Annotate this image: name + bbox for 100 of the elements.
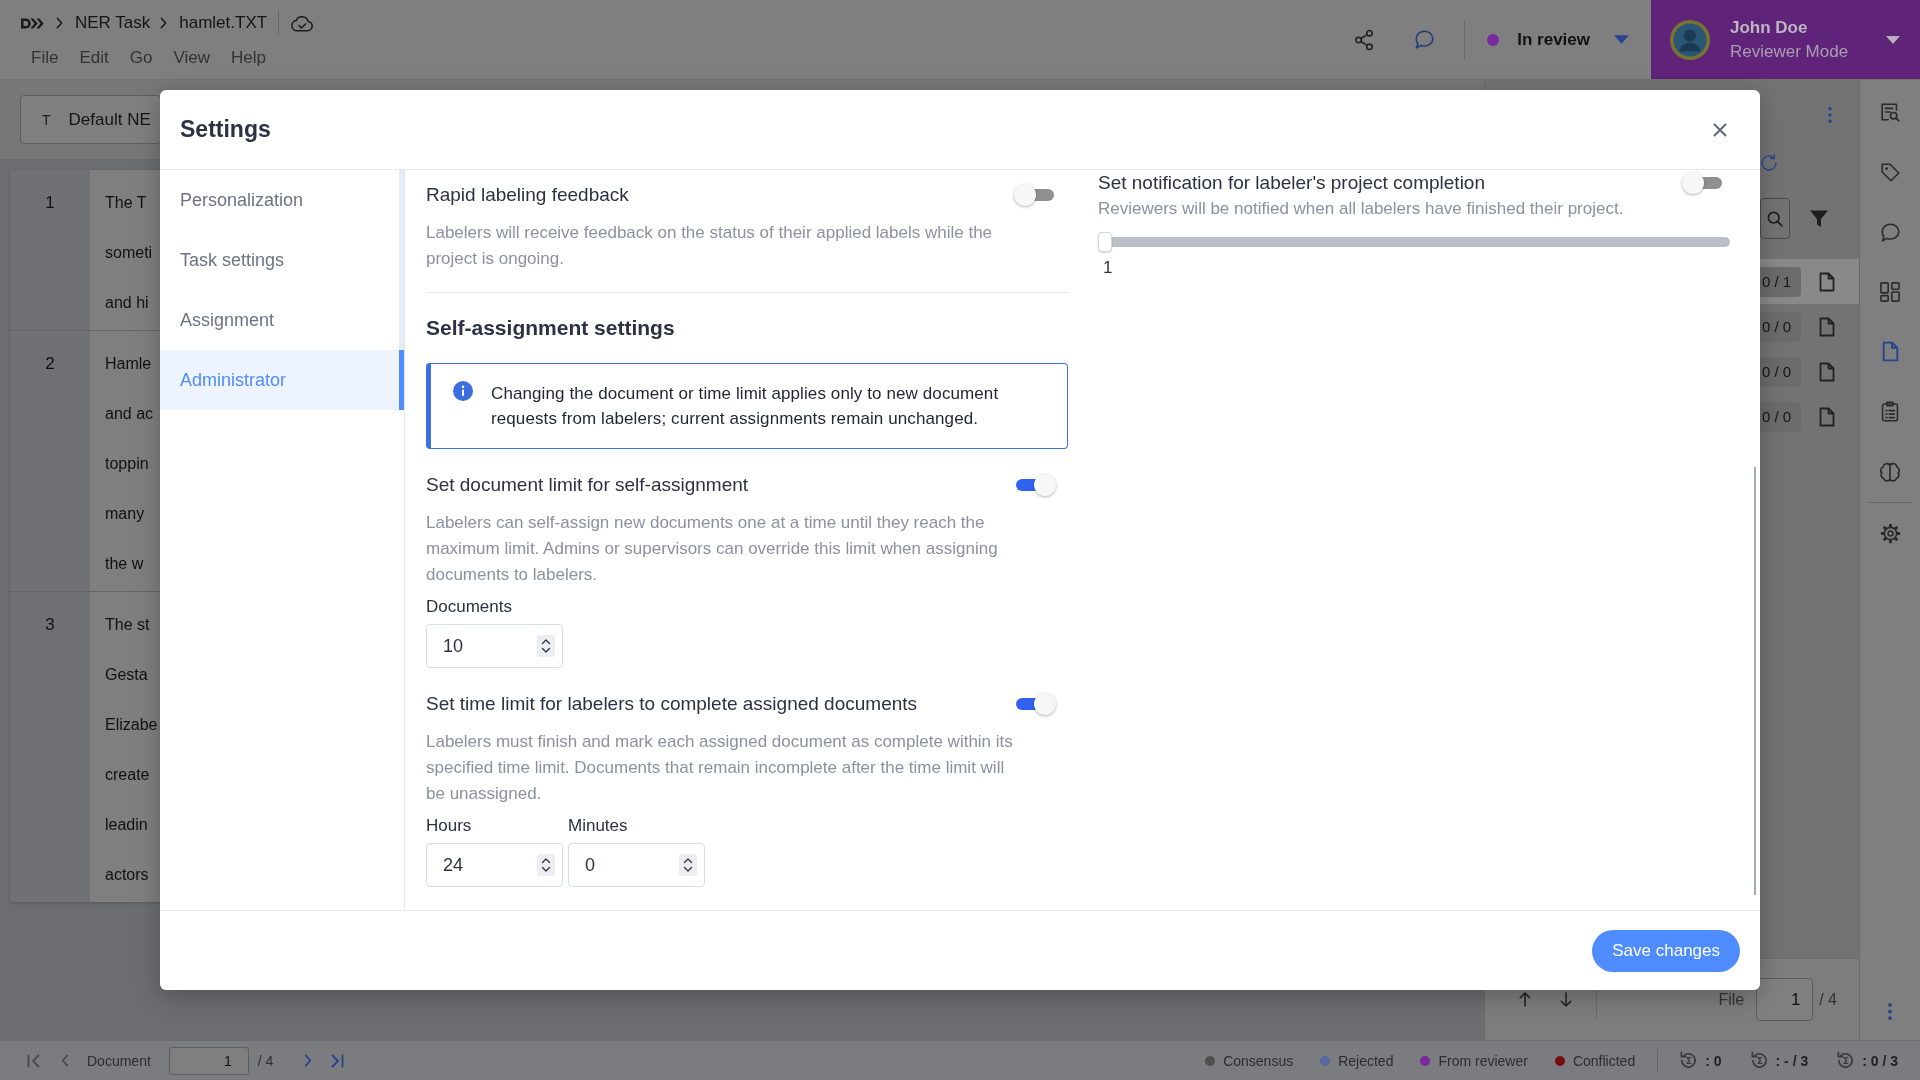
field-label: Documents	[426, 596, 513, 618]
scrollbar-thumb[interactable]	[1754, 467, 1756, 895]
file-icon	[1819, 406, 1836, 427]
type-glyph: T	[42, 111, 51, 128]
filter-icon[interactable]	[1809, 208, 1829, 229]
logo-icon	[21, 17, 44, 29]
settings-nav-item[interactable]: Personalization	[160, 170, 404, 230]
slider-thumb[interactable]	[1098, 232, 1112, 252]
file-row[interactable]: 0 / 0	[1760, 394, 1859, 439]
label-count: 0 / 0	[1760, 356, 1802, 387]
stepper-arrows-icon[interactable]	[537, 635, 555, 657]
file-total: / 4	[1819, 990, 1837, 1009]
file-row[interactable]: 0 / 1	[1760, 259, 1859, 304]
slider-track[interactable]	[1098, 232, 1730, 252]
menu-item[interactable]: View	[173, 47, 210, 69]
notice-text: Changing the document or time limit applies only to new document requests from labelers; current assignments remain unchanged.	[491, 383, 1000, 430]
setting-title: Set document limit for self-assignment	[426, 473, 749, 497]
toggle-switch[interactable]	[1014, 693, 1056, 715]
label-set-dropdown[interactable]: T Default NE	[20, 95, 161, 144]
number-input[interactable]: 24	[426, 843, 563, 887]
label-count: 0 / 1	[1760, 266, 1802, 297]
share-icon[interactable]	[1354, 28, 1375, 51]
paragraph-text: The T someti and hi	[104, 193, 154, 313]
label-count: 0 / 0	[1760, 401, 1802, 432]
caret-down-icon[interactable]	[1614, 35, 1629, 44]
tag-icon[interactable]	[1879, 162, 1901, 183]
chevron-right-icon[interactable]	[304, 1054, 313, 1067]
avatar-icon	[1670, 19, 1710, 60]
page-total: / 4	[257, 1052, 274, 1069]
number-input[interactable]: 10	[426, 624, 563, 668]
document-label: Document	[87, 1052, 151, 1069]
arrow-down-icon[interactable]	[1560, 991, 1572, 1008]
status-dot-icon	[1487, 33, 1500, 46]
line-number: 3	[10, 592, 90, 902]
toggle-switch[interactable]	[1014, 184, 1056, 206]
breadcrumb-item[interactable]: NER Task	[75, 13, 151, 33]
field-label: Hours	[426, 815, 473, 837]
save-button[interactable]: Save changes	[1592, 929, 1740, 972]
circular-arrow-icon	[1679, 1051, 1699, 1070]
setting-title: Set time limit for labelers to complete assigned documents	[426, 692, 918, 716]
comment-icon[interactable]	[1414, 29, 1436, 50]
settings-nav-item[interactable]: Administrator	[160, 350, 404, 410]
user-panel[interactable]: John Doe Reviewer Mode	[1651, 0, 1920, 79]
arrow-up-icon[interactable]	[1519, 991, 1531, 1008]
last-page-icon[interactable]	[330, 1053, 345, 1068]
number-input[interactable]: 0	[568, 843, 705, 887]
page-input[interactable]: 1	[168, 1046, 249, 1075]
label-set-value: Default NE	[68, 109, 151, 130]
slider-value: 1	[1103, 257, 1113, 279]
user-mode: Reviewer Mode	[1730, 40, 1849, 63]
comment-icon[interactable]	[1879, 222, 1901, 243]
menu-item[interactable]: Go	[129, 47, 153, 69]
document-search-icon[interactable]	[1879, 101, 1901, 123]
info-icon	[453, 381, 473, 401]
setting-description: Reviewers will be notified when all labelers have finished their project.	[1098, 198, 1625, 220]
menu-item[interactable]: File	[31, 47, 59, 69]
section-heading: Self-assignment settings	[426, 315, 676, 341]
breadcrumb-item[interactable]: hamlet.TXT	[179, 13, 268, 33]
file-row[interactable]: 0 / 0	[1760, 304, 1859, 349]
stepper-arrows-icon[interactable]	[537, 854, 555, 876]
refresh-icon[interactable]	[1760, 154, 1778, 172]
label-count: 0 / 0	[1760, 311, 1802, 342]
menu-item[interactable]: Edit	[79, 47, 109, 69]
legend-label: From reviewer	[1438, 1052, 1528, 1069]
brain-icon[interactable]	[1879, 461, 1901, 483]
setting-description: Labelers can self-assign new documents one at a time until they reach the maximum limit. Admins or supervisors can override this limit when assigning documents to labelers.	[426, 512, 999, 586]
stat-count: : - / 3	[1775, 1052, 1809, 1069]
setting-description: Labelers must finish and mark each assigned document as complete within its specified time limit. Documents that remain incomplete after the time limit will be unassigned.	[426, 731, 1014, 805]
chevron-right-icon	[56, 17, 63, 29]
close-icon[interactable]	[1713, 122, 1727, 137]
setting-description: Labelers will receive feedback on the status of their applied labels while the project is ongoing.	[426, 222, 994, 270]
first-page-icon[interactable]	[27, 1053, 41, 1068]
toggle-switch[interactable]	[1014, 474, 1056, 496]
file-label: File	[1718, 990, 1745, 1009]
menu-item[interactable]: Help	[230, 47, 266, 69]
stepper-arrows-icon[interactable]	[679, 854, 697, 876]
clipboard-list-icon[interactable]	[1881, 401, 1899, 422]
settings-nav-item[interactable]: Task settings	[160, 230, 404, 290]
file-icon	[1819, 361, 1836, 382]
paragraph-text: The st Gesta Elizabe create leadin actors	[104, 615, 159, 885]
caret-down-icon[interactable]	[1886, 35, 1900, 44]
kebab-menu-icon[interactable]	[1888, 1003, 1892, 1020]
dialog-title: Settings	[180, 116, 271, 143]
settings-icon[interactable]	[1879, 523, 1901, 544]
file-icon[interactable]	[1881, 341, 1899, 362]
legend-label: Rejected	[1338, 1052, 1394, 1069]
kebab-menu-icon[interactable]	[1828, 107, 1832, 123]
stat-count: : 0 / 3	[1862, 1052, 1898, 1069]
file-row[interactable]: 0 / 0	[1760, 349, 1859, 394]
cloud-check-icon	[290, 14, 315, 32]
legend-label: Conflicted	[1572, 1052, 1636, 1069]
toggle-switch[interactable]	[1682, 172, 1724, 194]
file-icon	[1819, 316, 1836, 337]
grid-icon[interactable]	[1880, 282, 1900, 302]
file-number-input[interactable]: 1	[1756, 978, 1814, 1021]
setting-title: Set notification for labeler's project completion	[1098, 171, 1485, 195]
chevron-right-icon	[160, 17, 168, 29]
setting-title: Rapid labeling feedback	[426, 183, 629, 207]
chevron-left-icon[interactable]	[61, 1054, 69, 1067]
field-label: Minutes	[568, 815, 629, 837]
